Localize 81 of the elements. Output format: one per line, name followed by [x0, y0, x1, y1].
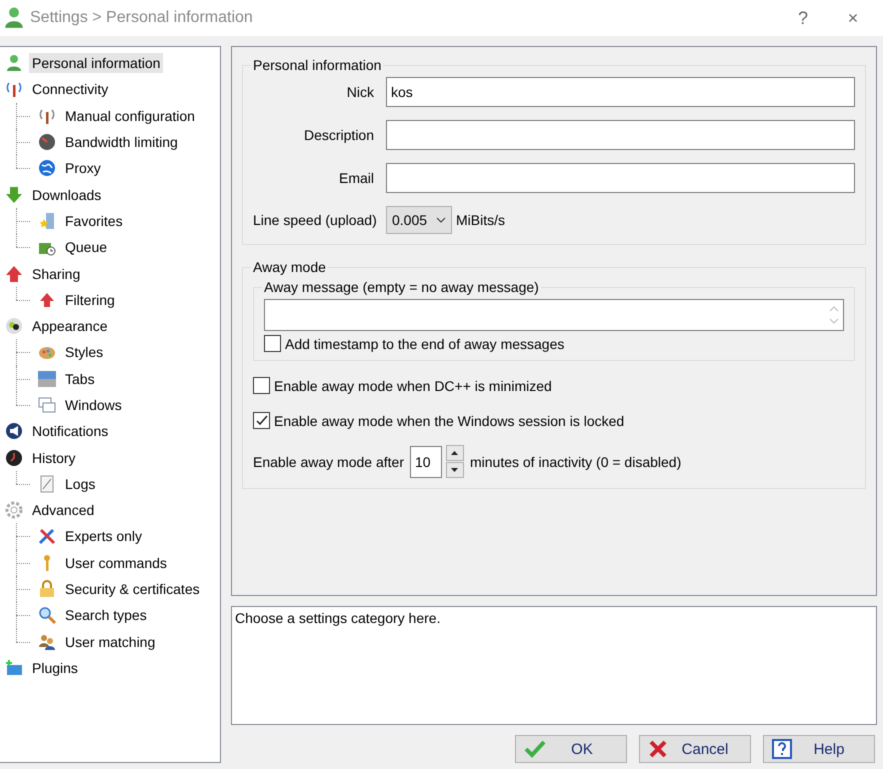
group-title: Personal information	[252, 57, 382, 73]
tree-item[interactable]: Plugins	[29, 658, 81, 678]
down-arrow-icon	[5, 186, 23, 204]
tree-item[interactable]: Queue	[62, 237, 110, 258]
person-icon	[4, 7, 24, 29]
down-triangle-icon	[451, 468, 458, 472]
checkbox-label: Enable away mode when the Windows session is locked	[274, 412, 624, 428]
tree-item[interactable]: Manual configuration	[62, 106, 198, 126]
cancel-button[interactable]: Cancel	[639, 735, 751, 763]
tools-icon	[38, 527, 56, 546]
help-icon	[772, 739, 792, 759]
tree-item[interactable]: Connectivity	[29, 79, 112, 100]
tree-item[interactable]: Sharing	[29, 264, 84, 284]
ok-button[interactable]: OK	[515, 735, 627, 763]
checkbox-label: Enable away mode when DC++ is minimized	[274, 378, 552, 394]
input-field[interactable]	[386, 163, 855, 193]
spin-up-button[interactable]	[446, 445, 464, 461]
page-icon	[38, 474, 56, 493]
users-icon	[38, 632, 56, 651]
antenna-icon	[5, 80, 23, 98]
checkbox[interactable]	[253, 377, 270, 394]
tree-item[interactable]: Security & certificates	[62, 579, 203, 600]
description-text: Choose a settings category here.	[235, 610, 440, 626]
tree-item[interactable]: Notifications	[29, 421, 112, 442]
gear-icon	[5, 501, 23, 520]
up-arrow-icon	[38, 290, 56, 309]
tree-item[interactable]: User commands	[62, 552, 170, 573]
field-label: Nick	[346, 84, 374, 100]
tree-item[interactable]: Search types	[62, 605, 150, 626]
tree-item[interactable]: Windows	[62, 395, 125, 415]
megaphone-icon	[5, 422, 23, 440]
help-button[interactable]: ?	[781, 3, 825, 33]
tree-item[interactable]: Downloads	[29, 184, 104, 205]
group-title: Away mode	[252, 259, 327, 275]
scroll-arrows-icon	[829, 304, 839, 326]
checkmark-icon	[524, 740, 546, 758]
field-label: Description	[302, 127, 374, 143]
close-button[interactable]: ×	[831, 3, 875, 33]
field-label: Email	[338, 170, 374, 186]
field-label: Line speed (upload)	[253, 212, 374, 228]
tree-item[interactable]: Experts only	[62, 526, 146, 546]
tree-item[interactable]: Appearance	[29, 316, 111, 336]
spin-down-button[interactable]	[446, 462, 464, 478]
lock-icon	[38, 580, 56, 598]
tree-item[interactable]: Filtering	[62, 290, 118, 310]
checkbox[interactable]	[253, 412, 270, 429]
unit-label: MiBits/s	[456, 212, 505, 228]
star-folder-icon	[38, 212, 56, 230]
help-button[interactable]: Help	[763, 735, 875, 763]
globe-icon	[38, 159, 56, 178]
field-label: Enable away mode after	[253, 454, 404, 470]
checkbox-label: Add timestamp to the end of away messages	[285, 336, 564, 352]
gauge-icon	[38, 133, 56, 152]
message-field[interactable]	[264, 299, 844, 331]
clock-icon	[5, 448, 23, 467]
balls-icon	[5, 317, 23, 336]
field-label: minutes of inactivity (0 = disabled)	[470, 454, 682, 470]
window-title: Settings > Personal information	[30, 9, 254, 27]
speed-dropdown[interactable]: 0.005	[386, 206, 452, 234]
tree-item[interactable]: Personal information	[29, 53, 164, 74]
tree-item[interactable]: Favorites	[62, 210, 126, 231]
tree-item[interactable]: Proxy	[62, 158, 104, 178]
input-field[interactable]	[386, 120, 855, 150]
up-triangle-icon	[451, 451, 458, 455]
tree-item[interactable]: Advanced	[29, 500, 98, 520]
checkbox[interactable]	[264, 335, 281, 352]
up-arrow-icon	[5, 264, 23, 283]
tree-item[interactable]: Bandwidth limiting	[62, 132, 181, 152]
close-icon	[648, 740, 668, 758]
tree-item[interactable]: Logs	[62, 474, 98, 494]
minutes-field[interactable]: 10	[410, 446, 442, 478]
windows-icon	[38, 396, 56, 414]
chevron-down-icon	[436, 217, 446, 223]
person-icon	[5, 54, 23, 72]
tree-item[interactable]: Styles	[62, 342, 106, 362]
tree-item[interactable]: History	[29, 448, 79, 468]
input-field[interactable]: kos	[386, 77, 855, 107]
tree-item[interactable]: User matching	[62, 632, 158, 652]
group-title: Away message (empty = no away message)	[263, 279, 540, 295]
tree-item[interactable]: Tabs	[62, 368, 98, 389]
search-icon	[38, 606, 56, 624]
